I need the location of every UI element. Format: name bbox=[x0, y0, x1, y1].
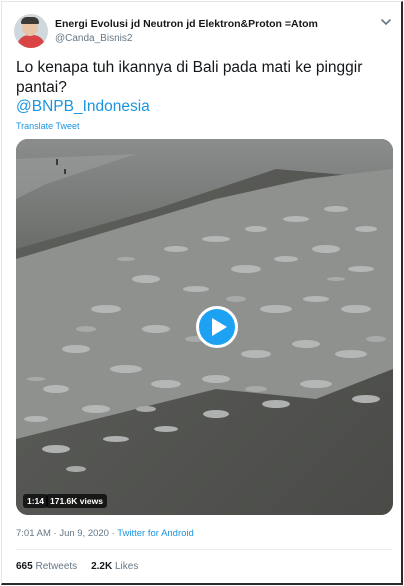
mention-link[interactable]: @BNPB_Indonesia bbox=[16, 98, 150, 116]
tweet-meta: 7:01 AM · Jun 9, 2020 · Twitter for Andr… bbox=[16, 528, 194, 539]
tweet-source[interactable]: Twitter for Android bbox=[117, 528, 194, 539]
video-duration: 1:14 bbox=[23, 494, 49, 508]
tweet-stats: 665 Retweets 2.2K Likes bbox=[16, 561, 138, 572]
retweets-count: 665 bbox=[16, 561, 33, 572]
tweet-time[interactable]: 7:01 AM bbox=[16, 528, 51, 539]
likes-label: Likes bbox=[114, 561, 139, 572]
video-player[interactable]: 1:14 171.6K views bbox=[16, 139, 393, 515]
video-views: 171.6K views bbox=[46, 494, 107, 508]
tweet-date[interactable]: Jun 9, 2020 bbox=[59, 528, 109, 539]
translate-tweet-link[interactable]: Translate Tweet bbox=[16, 121, 80, 131]
author-handle[interactable]: @Canda_Bisnis2 bbox=[55, 33, 132, 44]
avatar[interactable] bbox=[14, 14, 48, 48]
author-name[interactable]: Energi Evolusi jd Neutron jd Elektron&Pr… bbox=[55, 18, 318, 30]
play-icon bbox=[212, 318, 227, 336]
tweet-header: Energi Evolusi jd Neutron jd Elektron&Pr… bbox=[14, 12, 394, 52]
tweet-card: Energi Evolusi jd Neutron jd Elektron&Pr… bbox=[1, 1, 403, 585]
meta-separator: · bbox=[111, 528, 115, 539]
likes-stat[interactable]: 2.2K Likes bbox=[91, 561, 138, 572]
meta-separator: · bbox=[53, 528, 57, 539]
tweet-text: Lo kenapa tuh ikannya di Bali pada mati … bbox=[16, 59, 363, 96]
divider bbox=[16, 549, 392, 550]
chevron-down-icon[interactable] bbox=[378, 14, 394, 30]
retweets-label: Retweets bbox=[35, 561, 78, 572]
retweets-stat[interactable]: 665 Retweets bbox=[16, 561, 77, 572]
likes-count: 2.2K bbox=[91, 561, 113, 572]
play-button[interactable] bbox=[196, 306, 238, 348]
